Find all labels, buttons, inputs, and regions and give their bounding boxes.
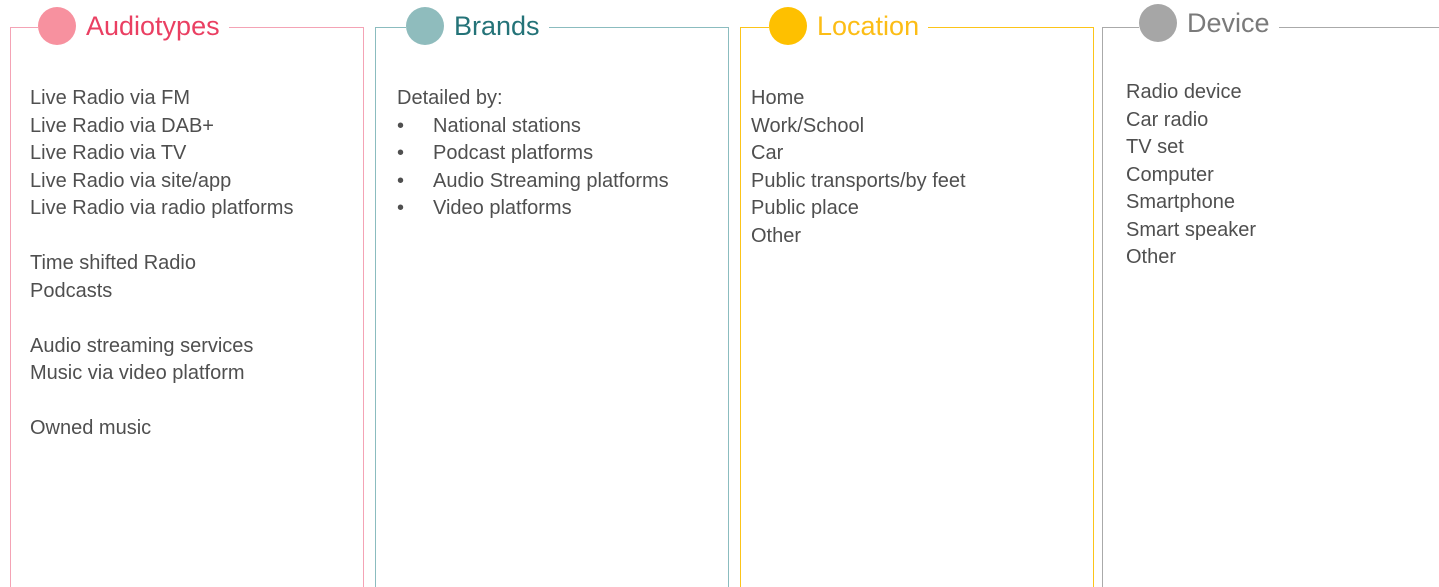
list-item: Owned music: [30, 417, 152, 439]
list-item-label: National stations: [433, 114, 581, 137]
device-header: Device: [1139, 4, 1279, 42]
audiotypes-circle-icon: [38, 7, 76, 45]
list-item: • Video platforms: [397, 195, 669, 223]
location-title: Location: [817, 11, 920, 41]
list-item: • Podcast platforms: [397, 140, 669, 168]
list-item: Public transports/by feet: [751, 169, 966, 192]
brands-list: Detailed by: • National stations • Podcast…: [397, 85, 669, 223]
location-circle-icon: [769, 7, 807, 45]
brands-intro: Detailed by:: [397, 87, 503, 109]
list-item: Radio device: [1126, 81, 1242, 103]
list-item: Podcasts: [30, 279, 113, 302]
list-item: • National stations: [397, 113, 669, 141]
list-item: Other: [1126, 246, 1177, 268]
list-item: Live Radio via DAB+: [30, 114, 214, 137]
list-item: Car: [751, 142, 784, 164]
list-item: Time shifted Radio: [30, 252, 196, 274]
bullet-icon: •: [397, 142, 405, 164]
list-item: Live Radio via FM: [30, 87, 191, 109]
list-item: Live Radio via TV: [30, 142, 187, 164]
bullet-icon: •: [397, 169, 405, 192]
list-item: Work/School: [751, 114, 865, 137]
list-item: Live Radio via radio platforms: [30, 197, 294, 219]
list-item: Audio streaming services: [30, 334, 254, 357]
list-item: • Audio Streaming platforms: [397, 168, 669, 196]
list-item-label: Video platforms: [433, 197, 572, 219]
brands-header: Brands: [406, 7, 549, 45]
list-item: TV set: [1126, 136, 1184, 158]
bullet-icon: •: [397, 114, 405, 137]
location-header: Location: [769, 7, 929, 45]
brands-panel: Brands Detailed by: • National stations •…: [375, 7, 729, 587]
location-list: Home Work/School Car Public transports/b…: [751, 85, 966, 250]
list-item: Music via video platform: [30, 362, 245, 384]
device-panel: Device Radio device Car radio TV set Com…: [1102, 4, 1439, 587]
audiotypes-title: Audiotypes: [86, 11, 220, 41]
location-panel: Location Home Work/School Car Public tra…: [740, 7, 1094, 587]
brands-bullet-list: • National stations • Podcast platforms • A…: [397, 113, 669, 223]
audiotypes-list: Live Radio via FM Live Radio via DAB+ Li…: [30, 85, 293, 443]
list-item: Live Radio via site/app: [30, 169, 232, 192]
bullet-icon: •: [397, 197, 405, 219]
audiotypes-panel: Audiotypes Live Radio via FM Live Radio …: [10, 7, 364, 587]
list-item: Public place: [751, 197, 859, 219]
brands-circle-icon: [406, 7, 444, 45]
device-title: Device: [1187, 8, 1270, 38]
device-list: Radio device Car radio TV set Computer S…: [1126, 79, 1256, 272]
audiotypes-header: Audiotypes: [38, 7, 229, 45]
device-circle-icon: [1139, 4, 1177, 42]
list-item-label: Audio Streaming platforms: [433, 169, 669, 192]
list-item: Smartphone: [1126, 191, 1235, 213]
list-item-label: Podcast platforms: [433, 142, 594, 164]
list-item: Home: [751, 87, 805, 109]
list-item: Car radio: [1126, 108, 1209, 131]
list-item: Smart speaker: [1126, 218, 1257, 241]
list-item: Other: [751, 224, 802, 247]
list-item: Computer: [1126, 163, 1214, 186]
brands-title: Brands: [454, 11, 540, 41]
